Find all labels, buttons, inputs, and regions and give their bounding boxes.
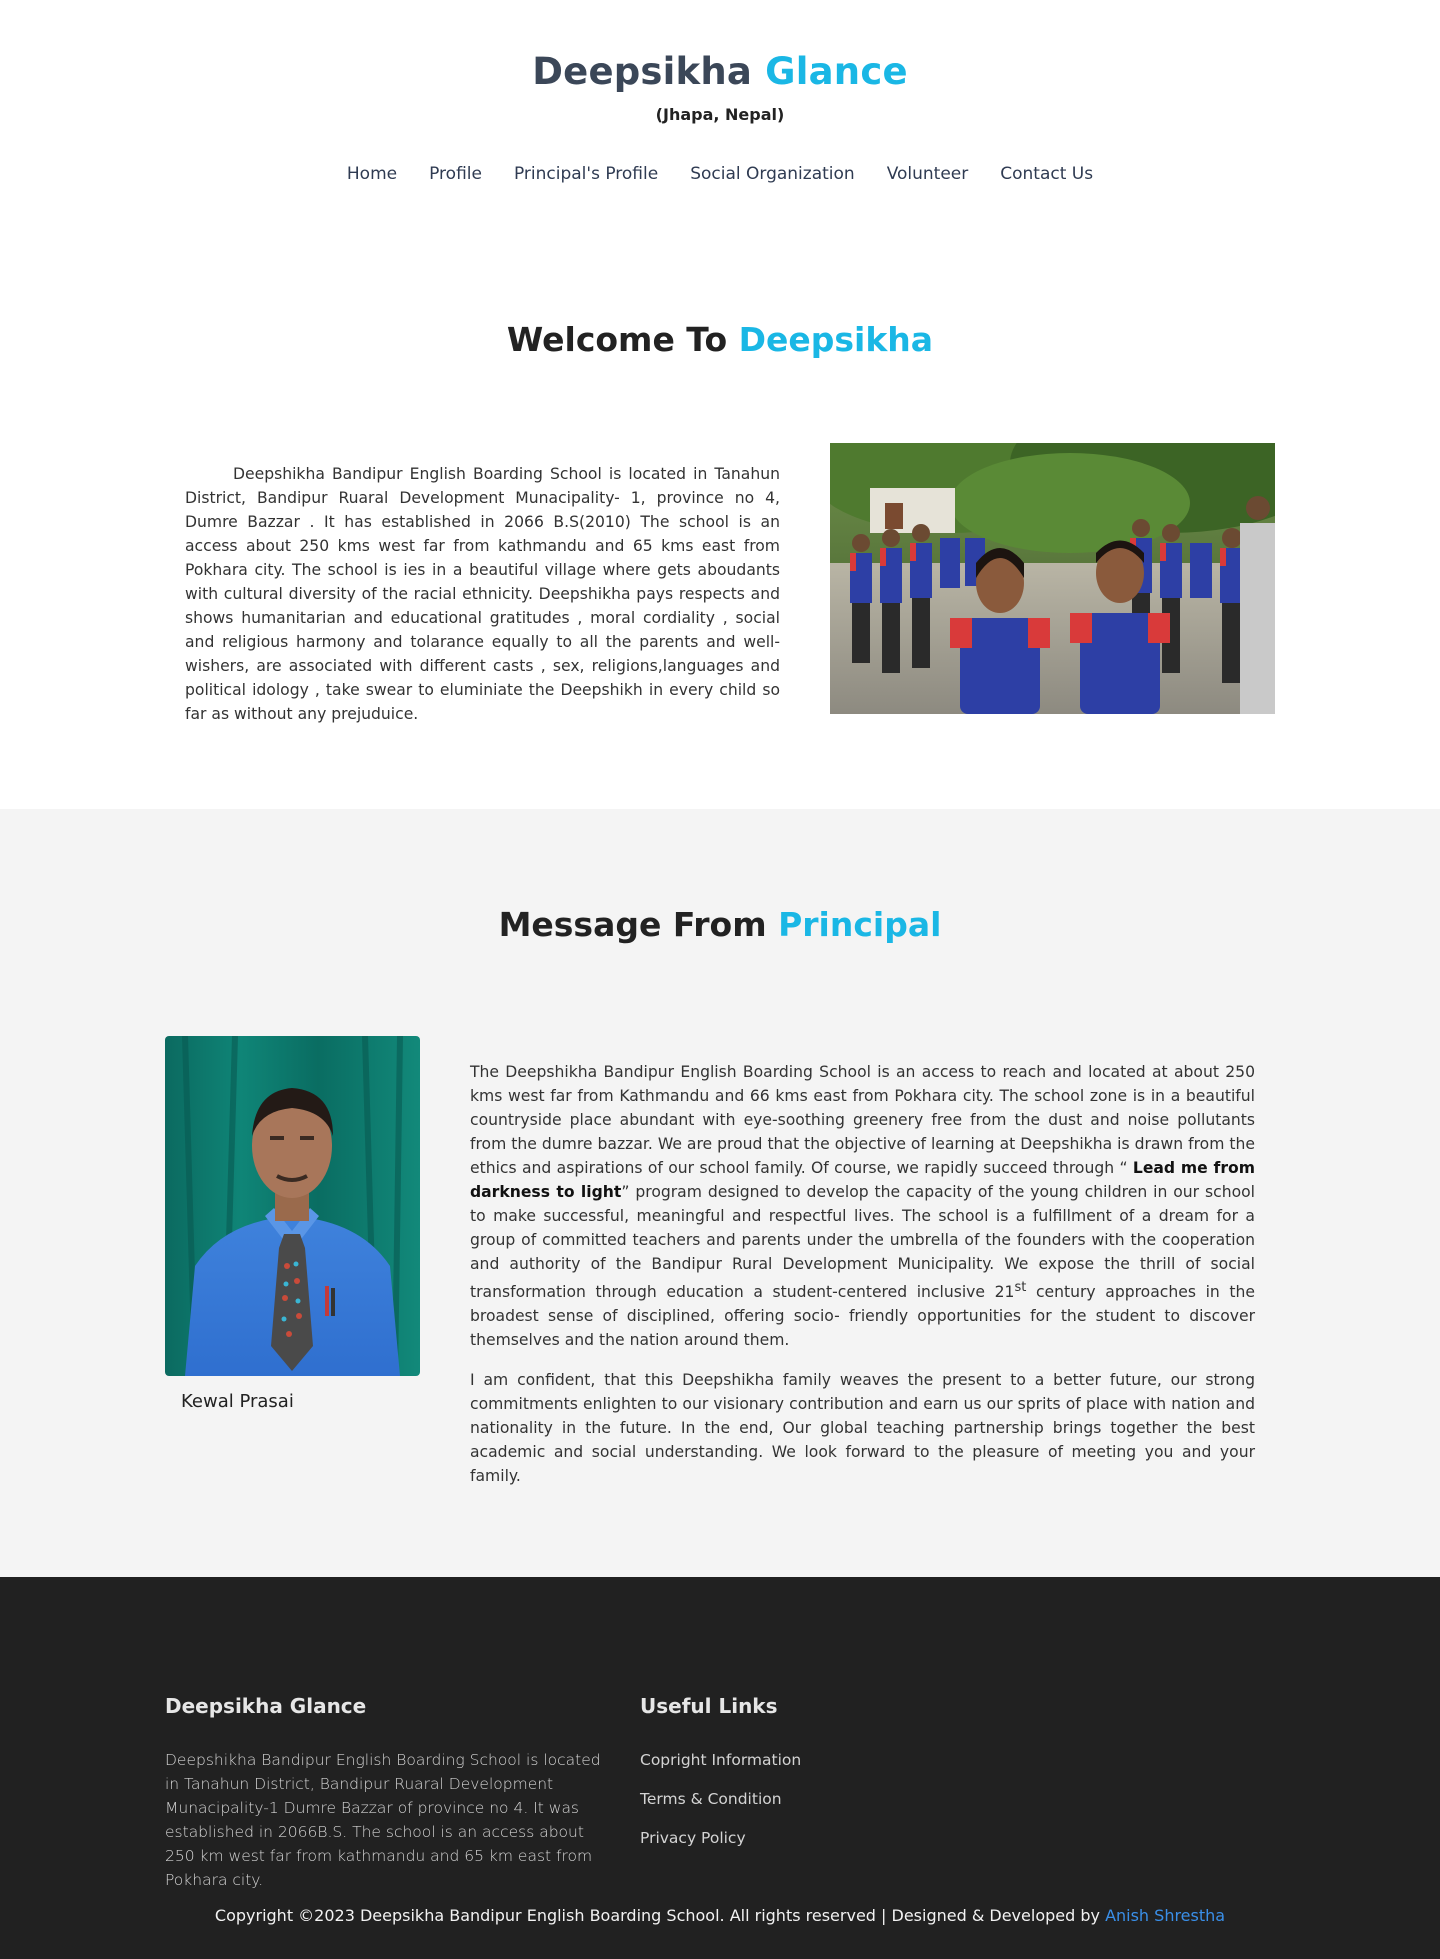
footer-link-copyright-info[interactable]: Copright Information bbox=[640, 1748, 801, 1772]
brand-name: Deepsikha bbox=[532, 50, 753, 93]
brand-location: (Jhapa, Nepal) bbox=[655, 105, 785, 124]
site-brand[interactable]: Deepsikha Glance bbox=[0, 50, 1440, 93]
welcome-heading-text: Welcome To bbox=[506, 320, 728, 359]
nav-item-home[interactable]: Home bbox=[347, 164, 397, 184]
main-nav: Home Profile Principal's Profile Social … bbox=[0, 164, 1440, 184]
students-assembly-photo bbox=[830, 443, 1275, 714]
nav-item-profile[interactable]: Profile bbox=[429, 164, 482, 184]
site-header: Deepsikha Glance (Jhapa, Nepal) Home Pro… bbox=[0, 0, 1440, 230]
nav-item-social-organization[interactable]: Social Organization bbox=[690, 164, 855, 184]
nav-item-principals-profile[interactable]: Principal's Profile bbox=[514, 164, 658, 184]
footer-link-privacy[interactable]: Privacy Policy bbox=[640, 1826, 801, 1850]
welcome-heading-highlight: Deepsikha bbox=[738, 320, 934, 359]
welcome-heading: Welcome To Deepsikha bbox=[0, 320, 1440, 359]
nav-item-volunteer[interactable]: Volunteer bbox=[887, 164, 969, 184]
footer-about-title: Deepsikha Glance bbox=[165, 1694, 367, 1718]
principal-message-paragraph-2: I am confident, that this Deepshikha fam… bbox=[470, 1371, 1255, 1486]
welcome-paragraph: Deepshikha Bandipur English Boarding Sch… bbox=[185, 462, 780, 726]
footer-links-title: Useful Links bbox=[640, 1694, 778, 1718]
copyright-text: Copyright ©2023 Deepsikha Bandipur Engli… bbox=[214, 1906, 1106, 1925]
footer-links-list: Copright Information Terms & Condition P… bbox=[640, 1748, 801, 1865]
principal-heading-highlight: Principal bbox=[778, 905, 942, 944]
footer-link-terms[interactable]: Terms & Condition bbox=[640, 1787, 801, 1811]
brand-highlight: Glance bbox=[765, 50, 908, 93]
footer-about-text: Deepshikha Bandipur English Boarding Sch… bbox=[165, 1751, 601, 1889]
welcome-paragraph-text: Deepshikha Bandipur English Boarding Sch… bbox=[185, 465, 780, 723]
principal-heading-text: Message From bbox=[498, 905, 767, 944]
copyright-bar: Copyright ©2023 Deepsikha Bandipur Engli… bbox=[0, 1906, 1440, 1925]
site-footer: Deepsikha Glance Deepshikha Bandipur Eng… bbox=[0, 1577, 1440, 1959]
nav-item-contact-us[interactable]: Contact Us bbox=[1000, 164, 1093, 184]
principal-message: The Deepshikha Bandipur English Boarding… bbox=[470, 1060, 1255, 1488]
principal-name: Kewal Prasai bbox=[181, 1391, 294, 1412]
principal-photo bbox=[165, 1036, 420, 1376]
principal-heading: Message From Principal bbox=[0, 905, 1440, 944]
principal-message-paragraph-1: The Deepshikha Bandipur English Boarding… bbox=[470, 1060, 1255, 1352]
principal-message-superscript: st bbox=[1014, 1280, 1027, 1295]
developer-link[interactable]: Anish Shrestha bbox=[1105, 1906, 1225, 1925]
